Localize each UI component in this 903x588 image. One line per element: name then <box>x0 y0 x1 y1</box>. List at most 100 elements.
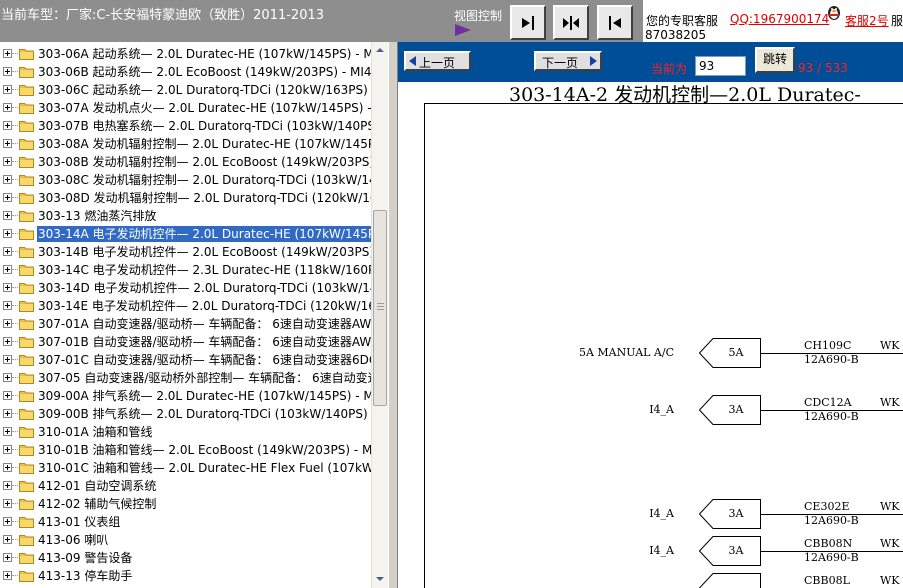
expand-plus-icon[interactable] <box>3 139 12 148</box>
folder-icon <box>19 247 34 258</box>
tree-item[interactable]: 303-08A 发动机辐射控制— 2.0L Duratec-HE (107kW/… <box>0 135 387 153</box>
tree-item[interactable]: 303-07B 电热塞系统— 2.0L Duratorq-TDCi (103kW… <box>0 117 380 135</box>
wire-circuit: CBB08N <box>804 537 853 550</box>
tree-item[interactable]: 307-05 自动变速器/驱动桥外部控制— 车辆配备： 6速自动变速器A <box>0 369 388 387</box>
tree-item[interactable]: 303-14B 电子发动机控件— 2.0L EcoBoost (149kW/20… <box>0 243 382 261</box>
expand-plus-icon[interactable] <box>3 517 12 526</box>
folder-icon <box>19 229 34 240</box>
page-count: 93 / 533 <box>798 61 848 75</box>
expand-plus-icon[interactable] <box>3 85 12 94</box>
jump-button[interactable]: 跳转 <box>755 47 795 73</box>
current-page-label: 当前为 <box>651 62 688 76</box>
tree-item[interactable]: 310-01B 油箱和管线— 2.0L EcoBoost (149kW/203P… <box>0 441 384 459</box>
expand-plus-icon[interactable] <box>3 481 12 490</box>
page-number-input[interactable] <box>695 56 746 76</box>
expand-plus-icon[interactable] <box>3 301 12 310</box>
expand-plus-icon[interactable] <box>3 337 12 346</box>
expand-plus-icon[interactable] <box>3 175 12 184</box>
tree-item-label: 303-14D 电子发动机控件— 2.0L Duratorq-TDCi (103… <box>38 281 386 295</box>
expand-plus-icon[interactable] <box>3 391 12 400</box>
prev-page-button[interactable]: 上一页 <box>404 51 471 71</box>
expand-plus-icon[interactable] <box>3 319 12 328</box>
scroll-down-button[interactable] <box>372 571 388 588</box>
expand-plus-icon[interactable] <box>3 409 12 418</box>
tree-item[interactable]: 303-06A 起动系统— 2.0L Duratec-HE (107kW/145… <box>0 45 385 63</box>
tree-item[interactable]: 303-08D 发动机辐射控制— 2.0L Duratorq-TDCi (120… <box>0 189 385 207</box>
tree-item-label: 303-08D 发动机辐射控制— 2.0L Duratorq-TDCi (120… <box>38 191 386 205</box>
expand-plus-icon[interactable] <box>3 373 12 382</box>
folder-icon <box>19 211 34 222</box>
expand-plus-icon[interactable] <box>3 103 12 112</box>
view-split-button[interactable] <box>553 5 589 40</box>
tree-item[interactable]: 303-14C 电子发动机控件— 2.3L Duratec-HE (118kW/… <box>0 261 388 279</box>
view-expand-left-button[interactable] <box>510 5 546 40</box>
wire-color: WK <box>880 537 900 550</box>
expand-plus-icon[interactable] <box>3 553 12 562</box>
folder-icon <box>19 301 34 312</box>
tree-item[interactable]: 307-01C 自动变速器/驱动桥— 车辆配备： 6速自动变速器6DCT4 <box>0 351 388 369</box>
service-2-link[interactable]: 客服2号 <box>845 12 889 29</box>
scroll-thumb[interactable] <box>373 210 387 406</box>
folder-icon <box>19 535 34 546</box>
expand-plus-icon[interactable] <box>3 193 12 202</box>
service-2-suffix: 服 <box>891 14 903 28</box>
expand-plus-icon[interactable] <box>3 121 12 130</box>
tree-item[interactable]: 303-06C 起动系统— 2.0L Duratorq-TDCi (120kW/… <box>0 81 376 99</box>
tree-item[interactable]: 303-14A 电子发动机控件— 2.0L Duratec-HE (107kW/… <box>0 225 388 243</box>
tree-item[interactable]: 413-13 停车助手 <box>0 567 372 585</box>
expand-plus-icon[interactable] <box>3 229 12 238</box>
tree-item[interactable]: 303-13 燃油蒸汽排放 <box>0 207 372 225</box>
tree-item[interactable]: 303-08B 发动机辐射控制— 2.0L EcoBoost (149kW/20… <box>0 153 382 171</box>
tree-item[interactable]: 307-01B 自动变速器/驱动桥— 车辆配备： 6速自动变速器AWF21 <box>0 333 388 351</box>
tree-item[interactable]: 303-07A 发动机点火— 2.0L Duratec-HE (107kW/14… <box>0 99 386 117</box>
tree-item[interactable]: 413-09 警告设备 <box>0 549 372 567</box>
expand-plus-icon[interactable] <box>3 157 12 166</box>
view-expand-right-button[interactable] <box>597 5 633 40</box>
scroll-up-button[interactable] <box>372 42 388 59</box>
wire-harness: 12A690-B <box>804 551 859 564</box>
folder-icon <box>19 319 34 330</box>
expand-plus-icon[interactable] <box>3 247 12 256</box>
expand-plus-icon[interactable] <box>3 571 12 580</box>
tree-item[interactable]: 303-06B 起动系统— 2.0L EcoBoost (149kW/203PS… <box>0 63 372 81</box>
tree-item[interactable]: 309-00A 排气系统— 2.0L Duratec-HE (107kW/145… <box>0 387 385 405</box>
expand-plus-icon[interactable] <box>3 265 12 274</box>
next-page-button[interactable]: 下一页 <box>534 51 602 71</box>
qq-link[interactable]: QQ:1967900174 <box>730 12 829 26</box>
tree-item[interactable]: 309-00B 排气系统— 2.0L Duratorq-TDCi (103kW/… <box>0 405 376 423</box>
view-control-label: 视图控制 <box>454 9 503 23</box>
customer-service-panel: 您的专职客服 QQ:1967900174 客服2号 服 87038205 <box>643 0 903 42</box>
expand-plus-icon[interactable] <box>3 445 12 454</box>
tree-item[interactable]: 310-01A 油箱和管线 <box>0 423 372 441</box>
tree-item-label: 303-07A 发动机点火— 2.0L Duratec-HE (107kW/14… <box>38 101 386 115</box>
expand-plus-icon[interactable] <box>3 211 12 220</box>
tree-item[interactable]: 413-01 仪表组 <box>0 513 372 531</box>
tree-item[interactable]: 413-06 喇叭 <box>0 531 372 549</box>
expand-plus-icon[interactable] <box>3 283 12 292</box>
wiring-diagram-page: 303-14A-2 发动机控制—2.0L Duratec- 5A MANUAL … <box>398 82 903 588</box>
wire-circuit: CE302E <box>804 500 850 513</box>
expand-plus-icon[interactable] <box>3 463 12 472</box>
tree-item[interactable]: 303-14D 电子发动机控件— 2.0L Duratorq-TDCi (103… <box>0 279 385 297</box>
tree-item[interactable]: 412-02 辅助气候控制 <box>0 495 372 513</box>
tree-connector <box>12 143 18 144</box>
tree-item[interactable]: 307-01A 自动变速器/驱动桥— 车辆配备： 6速自动变速器AWF21 <box>0 315 388 333</box>
tree-scrollbar[interactable] <box>371 42 388 588</box>
tree-connector <box>12 539 18 540</box>
expand-plus-icon[interactable] <box>3 49 12 58</box>
wire-harness: 12A690-B <box>804 410 859 423</box>
folder-icon <box>19 445 34 456</box>
panel-splitter[interactable] <box>388 42 398 588</box>
tree-item[interactable]: 412-01 自动空调系统 <box>0 477 372 495</box>
expand-plus-icon[interactable] <box>3 535 12 544</box>
expand-plus-icon[interactable] <box>3 67 12 76</box>
folder-icon <box>19 49 34 60</box>
tree-item[interactable]: 310-01C 油箱和管线— 2.0L Duratec-HE Flex Fuel… <box>0 459 388 477</box>
tree-item[interactable]: 303-14E 电子发动机控件— 2.0L Duratorq-TDCi (120… <box>0 297 384 315</box>
tree-item[interactable]: 303-08C 发动机辐射控制— 2.0L Duratorq-TDCi (103… <box>0 171 384 189</box>
tree-item-label: 303-06A 起动系统— 2.0L Duratec-HE (107kW/145… <box>38 47 385 61</box>
expand-plus-icon[interactable] <box>3 499 12 508</box>
tree-item-label: 413-09 警告设备 <box>38 551 133 565</box>
expand-plus-icon[interactable] <box>3 355 12 364</box>
expand-plus-icon[interactable] <box>3 427 12 436</box>
